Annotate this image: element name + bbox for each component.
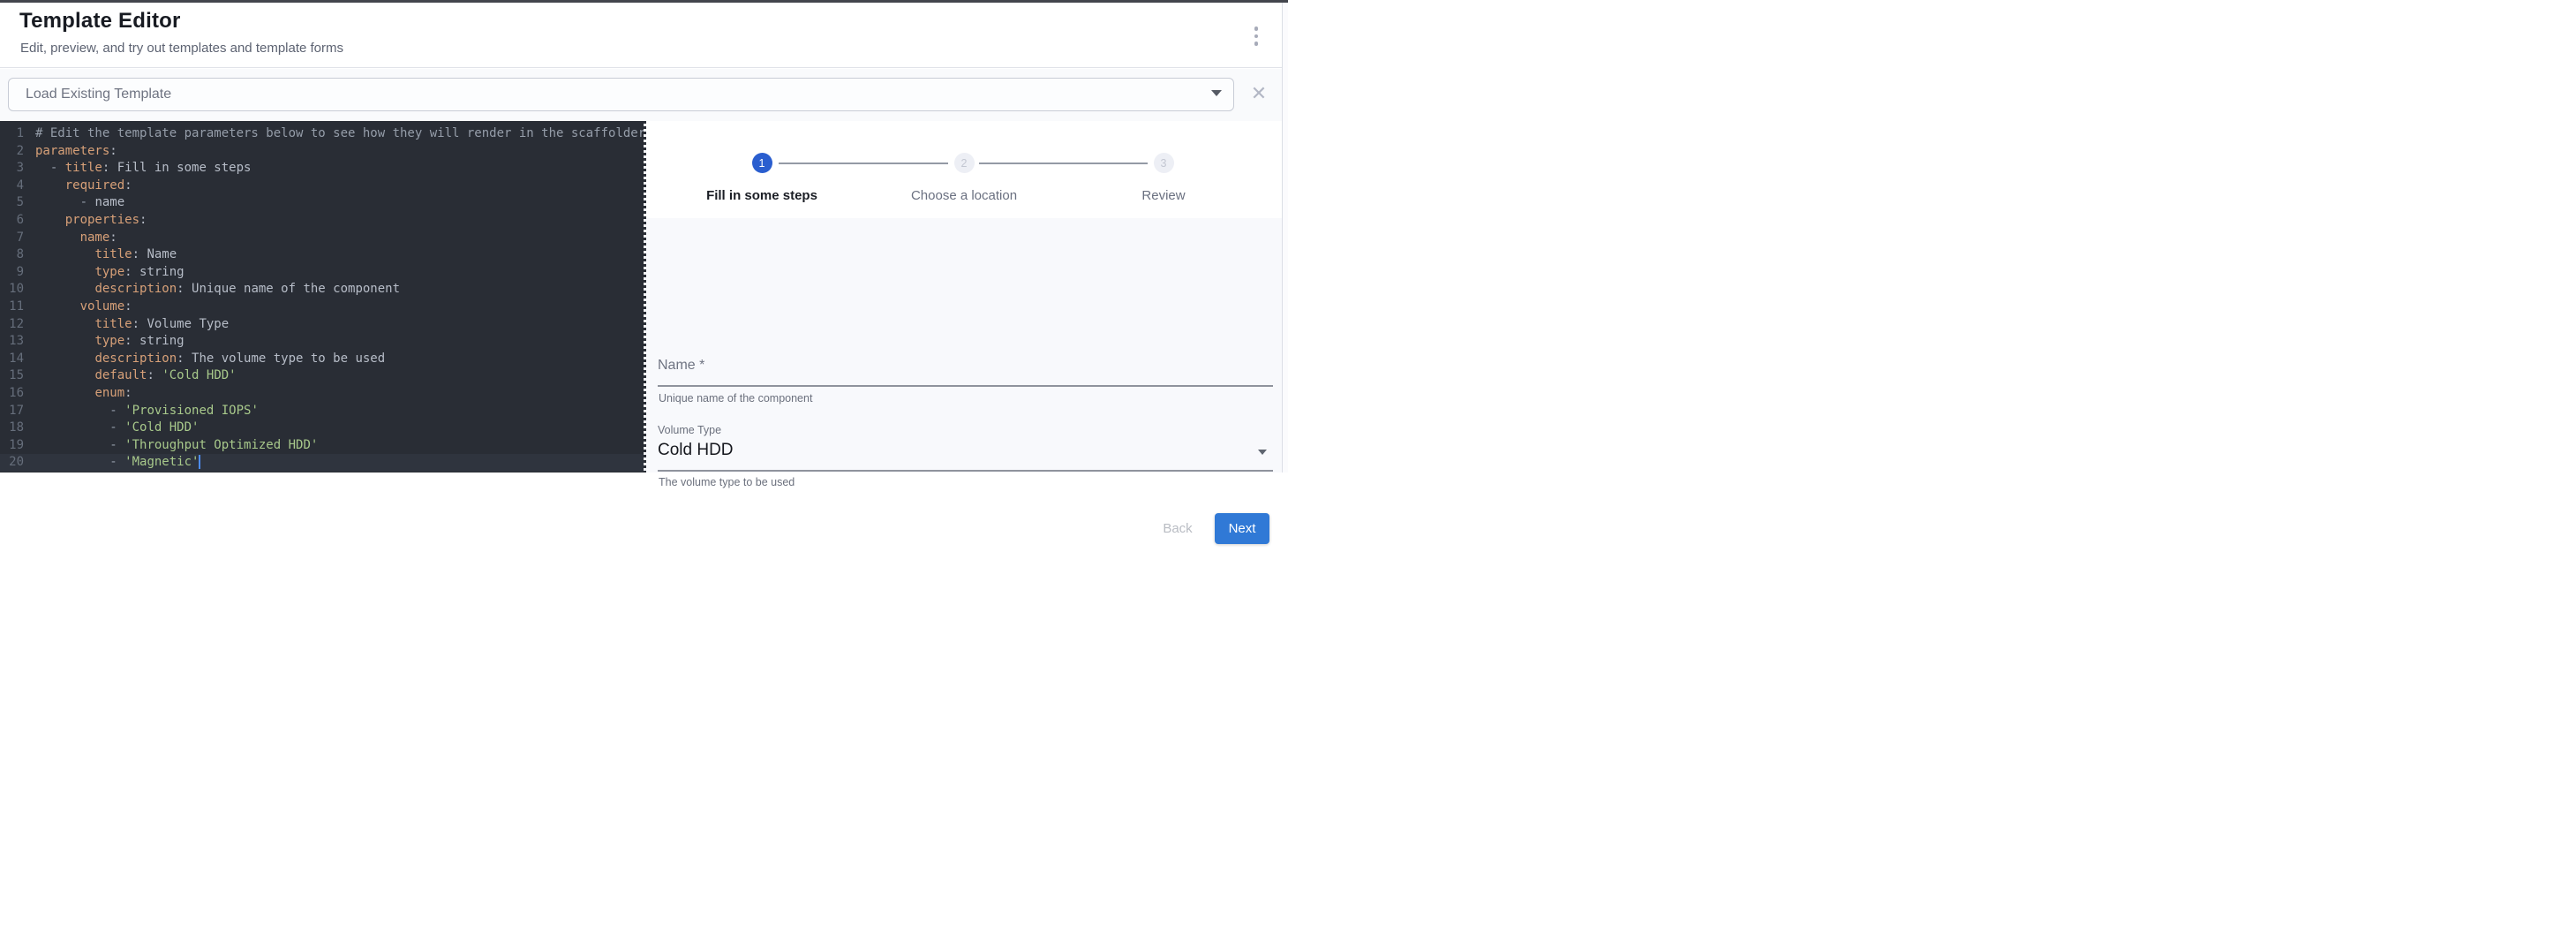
- vertical-scrollbar[interactable]: [1282, 3, 1288, 472]
- volume-type-label: Volume Type: [658, 424, 721, 436]
- page-header: Template Editor Edit, preview, and try o…: [0, 3, 1288, 68]
- line-number: 3: [0, 160, 24, 178]
- code-line: 7 name:: [0, 230, 644, 247]
- back-button[interactable]: Back: [1151, 513, 1204, 544]
- chevron-down-icon: [1258, 450, 1267, 455]
- step-label: Fill in some steps: [687, 188, 837, 203]
- line-number: 18: [0, 420, 24, 437]
- code-line: 19 - 'Throughput Optimized HDD': [0, 437, 644, 455]
- code-line: 16 enum:: [0, 385, 644, 403]
- template-loader-row: Load Existing Template ✕: [0, 69, 1282, 121]
- code-line: 6 properties:: [0, 212, 644, 230]
- line-number: 12: [0, 316, 24, 334]
- chevron-down-icon: [1211, 90, 1222, 96]
- template-editor-page: Template Editor Edit, preview, and try o…: [0, 0, 1288, 472]
- name-field-helper: Unique name of the component: [659, 392, 812, 404]
- code-line: 14 description: The volume type to be us…: [0, 351, 644, 368]
- page-subtitle: Edit, preview, and try out templates and…: [20, 41, 343, 56]
- load-template-placeholder: Load Existing Template: [26, 87, 171, 102]
- line-number: 6: [0, 212, 24, 230]
- step-3: 3 Review: [1088, 121, 1239, 203]
- line-number: 4: [0, 178, 24, 195]
- step-circle: 3: [1154, 153, 1174, 173]
- code-line: 2parameters:: [0, 143, 644, 161]
- line-number: 7: [0, 230, 24, 247]
- yaml-code-editor[interactable]: 1# Edit the template parameters below to…: [0, 121, 644, 472]
- code-line: 20 - 'Magnetic': [0, 454, 644, 472]
- step-label: Choose a location: [889, 188, 1039, 203]
- step-label: Review: [1088, 188, 1239, 203]
- line-number: 8: [0, 246, 24, 264]
- code-line: 13 type: string: [0, 333, 644, 351]
- line-number: 14: [0, 351, 24, 368]
- code-line: 3 - title: Fill in some steps: [0, 160, 644, 178]
- next-button[interactable]: Next: [1215, 513, 1269, 544]
- line-number: 11: [0, 299, 24, 316]
- more-vert-icon[interactable]: [1245, 20, 1268, 52]
- step-circle: 2: [954, 153, 975, 173]
- code-line: 4 required:: [0, 178, 644, 195]
- line-number: 13: [0, 333, 24, 351]
- line-number: 17: [0, 403, 24, 420]
- close-icon[interactable]: ✕: [1245, 79, 1273, 108]
- line-number: 19: [0, 437, 24, 455]
- code-line: 5 - name: [0, 194, 644, 212]
- text-cursor: [199, 455, 200, 469]
- line-number: 1: [0, 125, 24, 143]
- line-number: 2: [0, 143, 24, 161]
- code-line: 12 title: Volume Type: [0, 316, 644, 334]
- code-line: 1# Edit the template parameters below to…: [0, 125, 644, 143]
- template-form-preview: 1 Fill in some steps 2 Choose a location 3 Re…: [646, 121, 1282, 472]
- code-line: 15 default: 'Cold HDD': [0, 367, 644, 385]
- line-number: 10: [0, 281, 24, 299]
- name-input[interactable]: [658, 385, 1273, 387]
- line-number: 5: [0, 194, 24, 212]
- code-line: 18 - 'Cold HDD': [0, 420, 644, 437]
- load-existing-template-select[interactable]: Load Existing Template: [8, 78, 1234, 111]
- line-number: 20: [0, 454, 24, 472]
- code-line: 11 volume:: [0, 299, 644, 316]
- step-form: Name * Unique name of the component Volu…: [646, 218, 1282, 472]
- volume-type-helper: The volume type to be used: [659, 476, 795, 488]
- step-2: 2 Choose a location: [889, 121, 1039, 203]
- step-1: 1 Fill in some steps: [687, 121, 837, 203]
- line-number: 15: [0, 367, 24, 385]
- line-number: 9: [0, 264, 24, 282]
- line-number: 16: [0, 385, 24, 403]
- code-line: 8 title: Name: [0, 246, 644, 264]
- step-circle: 1: [752, 153, 772, 173]
- page-title: Template Editor: [19, 9, 181, 34]
- stepper: 1 Fill in some steps 2 Choose a location 3 Re…: [646, 121, 1282, 218]
- volume-type-select[interactable]: Cold HDD: [658, 441, 734, 460]
- code-line: 10 description: Unique name of the compo…: [0, 281, 644, 299]
- code-line: 9 type: string: [0, 264, 644, 282]
- code-line: 17 - 'Provisioned IOPS': [0, 403, 644, 420]
- name-field-label: Name *: [658, 358, 704, 374]
- volume-type-underline: [658, 470, 1273, 472]
